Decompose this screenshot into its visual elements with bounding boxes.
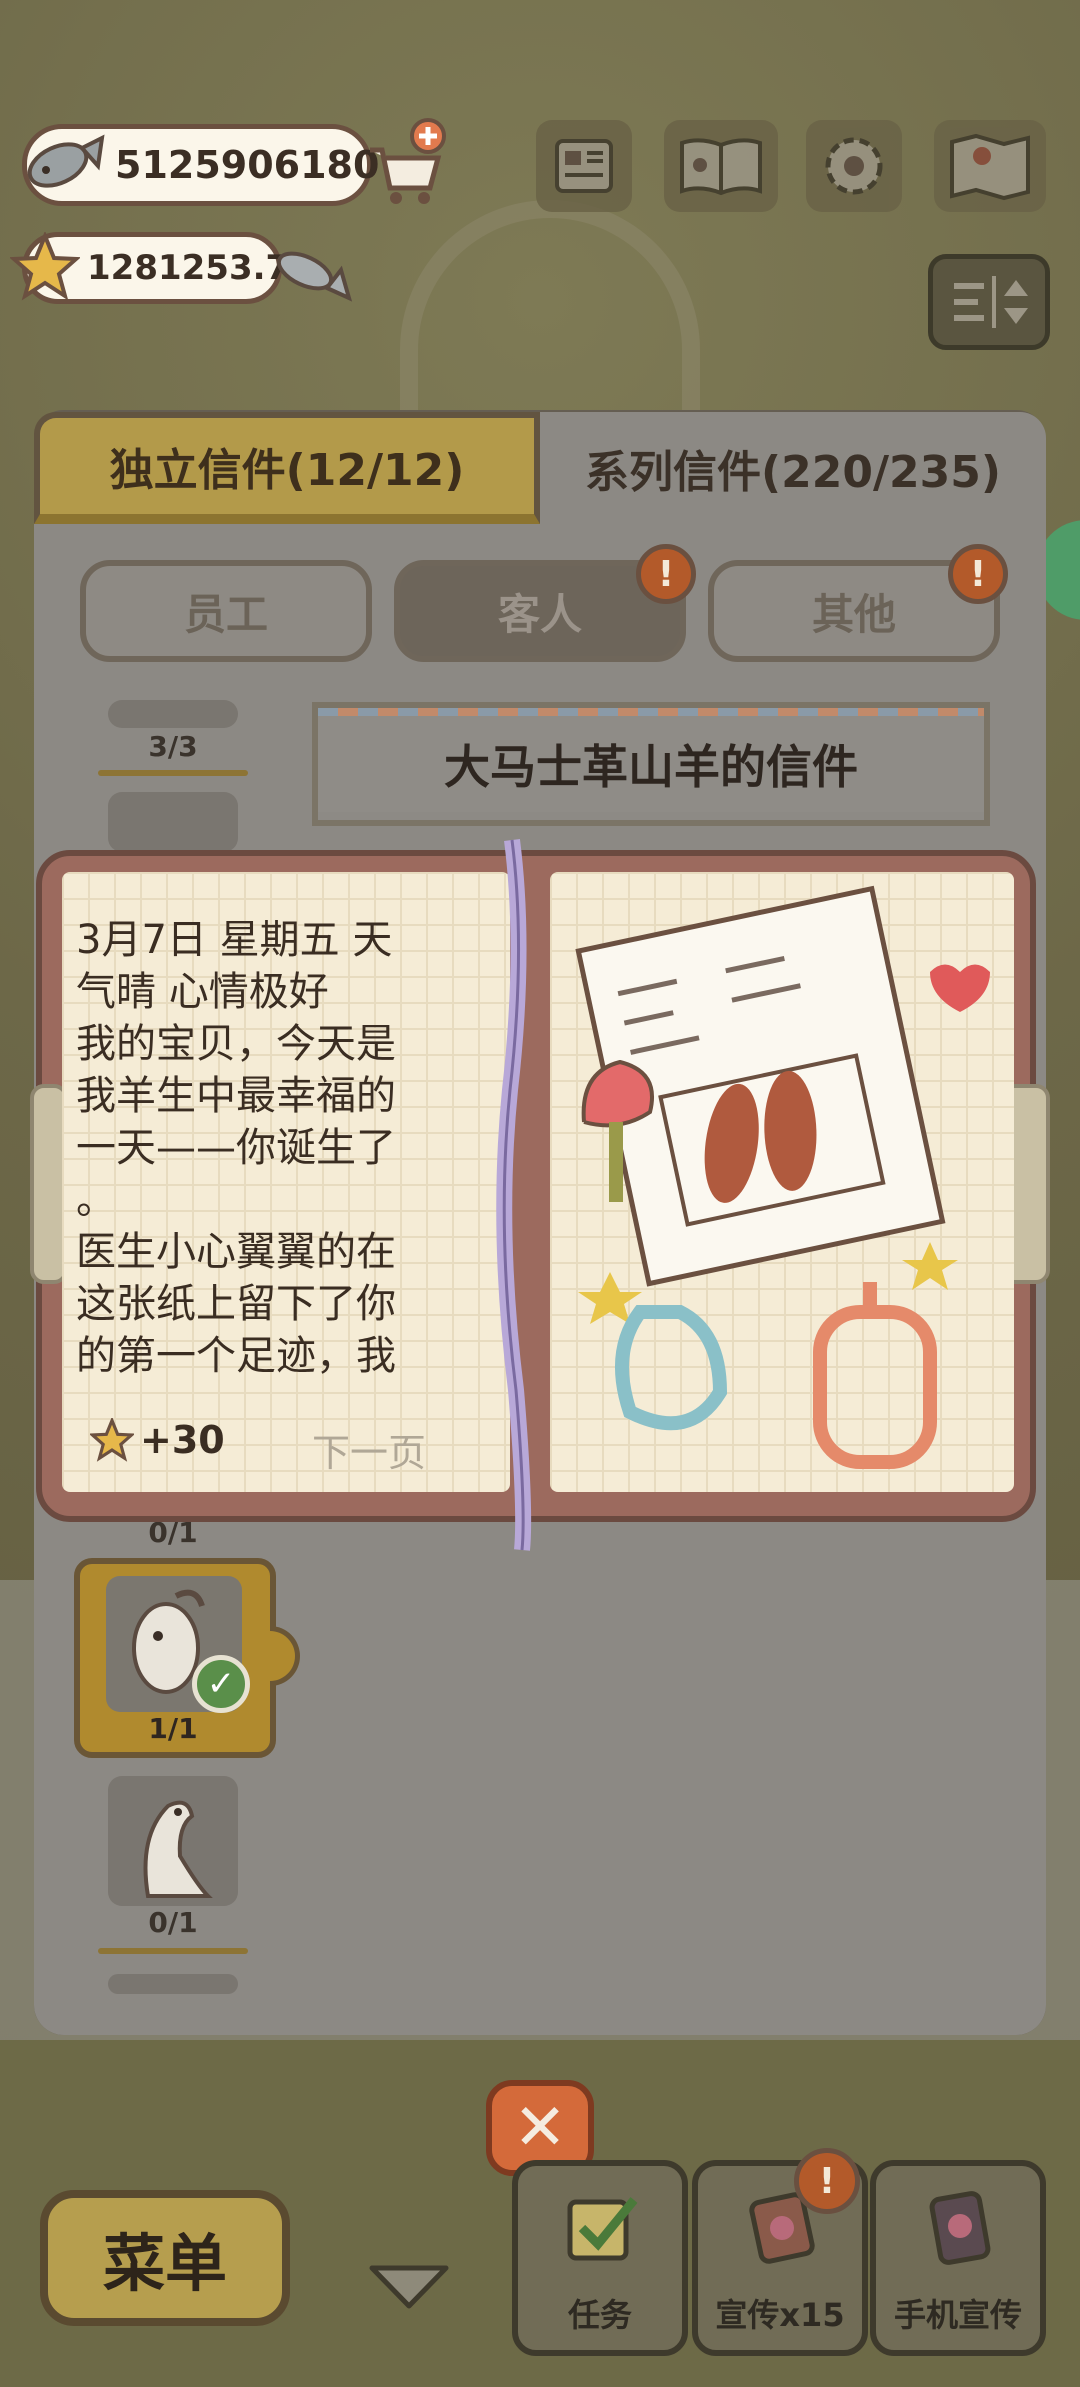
goose-portrait	[143, 1800, 213, 1898]
guests-alert-badge: !	[636, 544, 696, 604]
list-item-count: 0/1	[148, 1906, 198, 1939]
list-divider	[98, 1948, 248, 1954]
list-item[interactable]	[108, 1776, 238, 1906]
menu-button[interactable]: 菜单	[40, 2190, 290, 2326]
collapse-arrow-icon[interactable]	[366, 2262, 452, 2312]
next-page-button[interactable]: 下一页	[312, 1422, 426, 1477]
task-checkbox-icon	[567, 2197, 638, 2261]
reward-amount: +30	[140, 1418, 225, 1462]
list-item[interactable]	[108, 700, 238, 728]
settings-gear-icon[interactable]	[806, 120, 902, 212]
list-divider	[98, 770, 248, 776]
phone-promo-button[interactable]: 手机宣传	[870, 2160, 1046, 2356]
category-staff[interactable]: 员工	[80, 560, 372, 662]
fish-icon	[27, 134, 105, 188]
task-label: 任务	[567, 2296, 632, 2334]
list-item-count: 3/3	[148, 730, 198, 763]
fish-small-icon	[276, 251, 353, 302]
reward-star-icon	[90, 1418, 134, 1462]
sort-toggle-icon[interactable]	[928, 254, 1050, 350]
phone-promo-label: 手机宣传	[893, 2296, 1022, 2334]
reward: +30	[90, 1418, 225, 1462]
tab-standalone-letters[interactable]: 独立信件(12/12)	[34, 412, 540, 524]
tab-series-letters[interactable]: 系列信件(220/235)	[540, 412, 1046, 524]
phone-promo-icon	[929, 2191, 991, 2265]
category-guests-label: 客人	[497, 589, 582, 639]
album-book-icon[interactable]	[664, 120, 778, 212]
menu-label: 菜单	[102, 2227, 227, 2300]
shop-cart-icon[interactable]	[360, 118, 450, 210]
list-item[interactable]	[108, 1974, 238, 1994]
category-staff-label: 员工	[183, 589, 268, 639]
star-amount: 1281253.7	[87, 248, 290, 288]
background-arch	[400, 200, 700, 420]
other-alert-badge: !	[948, 544, 1008, 604]
promo-alert-badge: !	[794, 2148, 860, 2214]
bookmark-ribbon	[496, 838, 532, 1551]
letter-title: 大马士革山羊的信件	[444, 740, 858, 794]
footprint-illustration	[575, 885, 990, 1469]
category-other-label: 其他	[811, 589, 896, 639]
map-icon[interactable]	[934, 120, 1046, 212]
letter-body: 3月7日 星期五 天 气晴 心情极好 我的宝贝，今天是 我羊生中最幸福的 一天—…	[76, 917, 396, 1379]
task-button[interactable]: 任务	[512, 2160, 688, 2356]
list-item[interactable]	[108, 792, 238, 852]
promo-label: 宣传x15	[715, 2296, 845, 2334]
list-item-count: 1/1	[148, 1712, 198, 1745]
star-icon	[10, 232, 80, 301]
newspaper-icon[interactable]	[536, 120, 632, 212]
fish-amount: 5125906180	[115, 143, 380, 187]
close-icon: ✕	[513, 2091, 567, 2165]
check-icon: ✓	[192, 1655, 250, 1713]
letter-title-banner: 大马士革山羊的信件	[312, 702, 990, 826]
letter-page-right	[550, 872, 1014, 1492]
